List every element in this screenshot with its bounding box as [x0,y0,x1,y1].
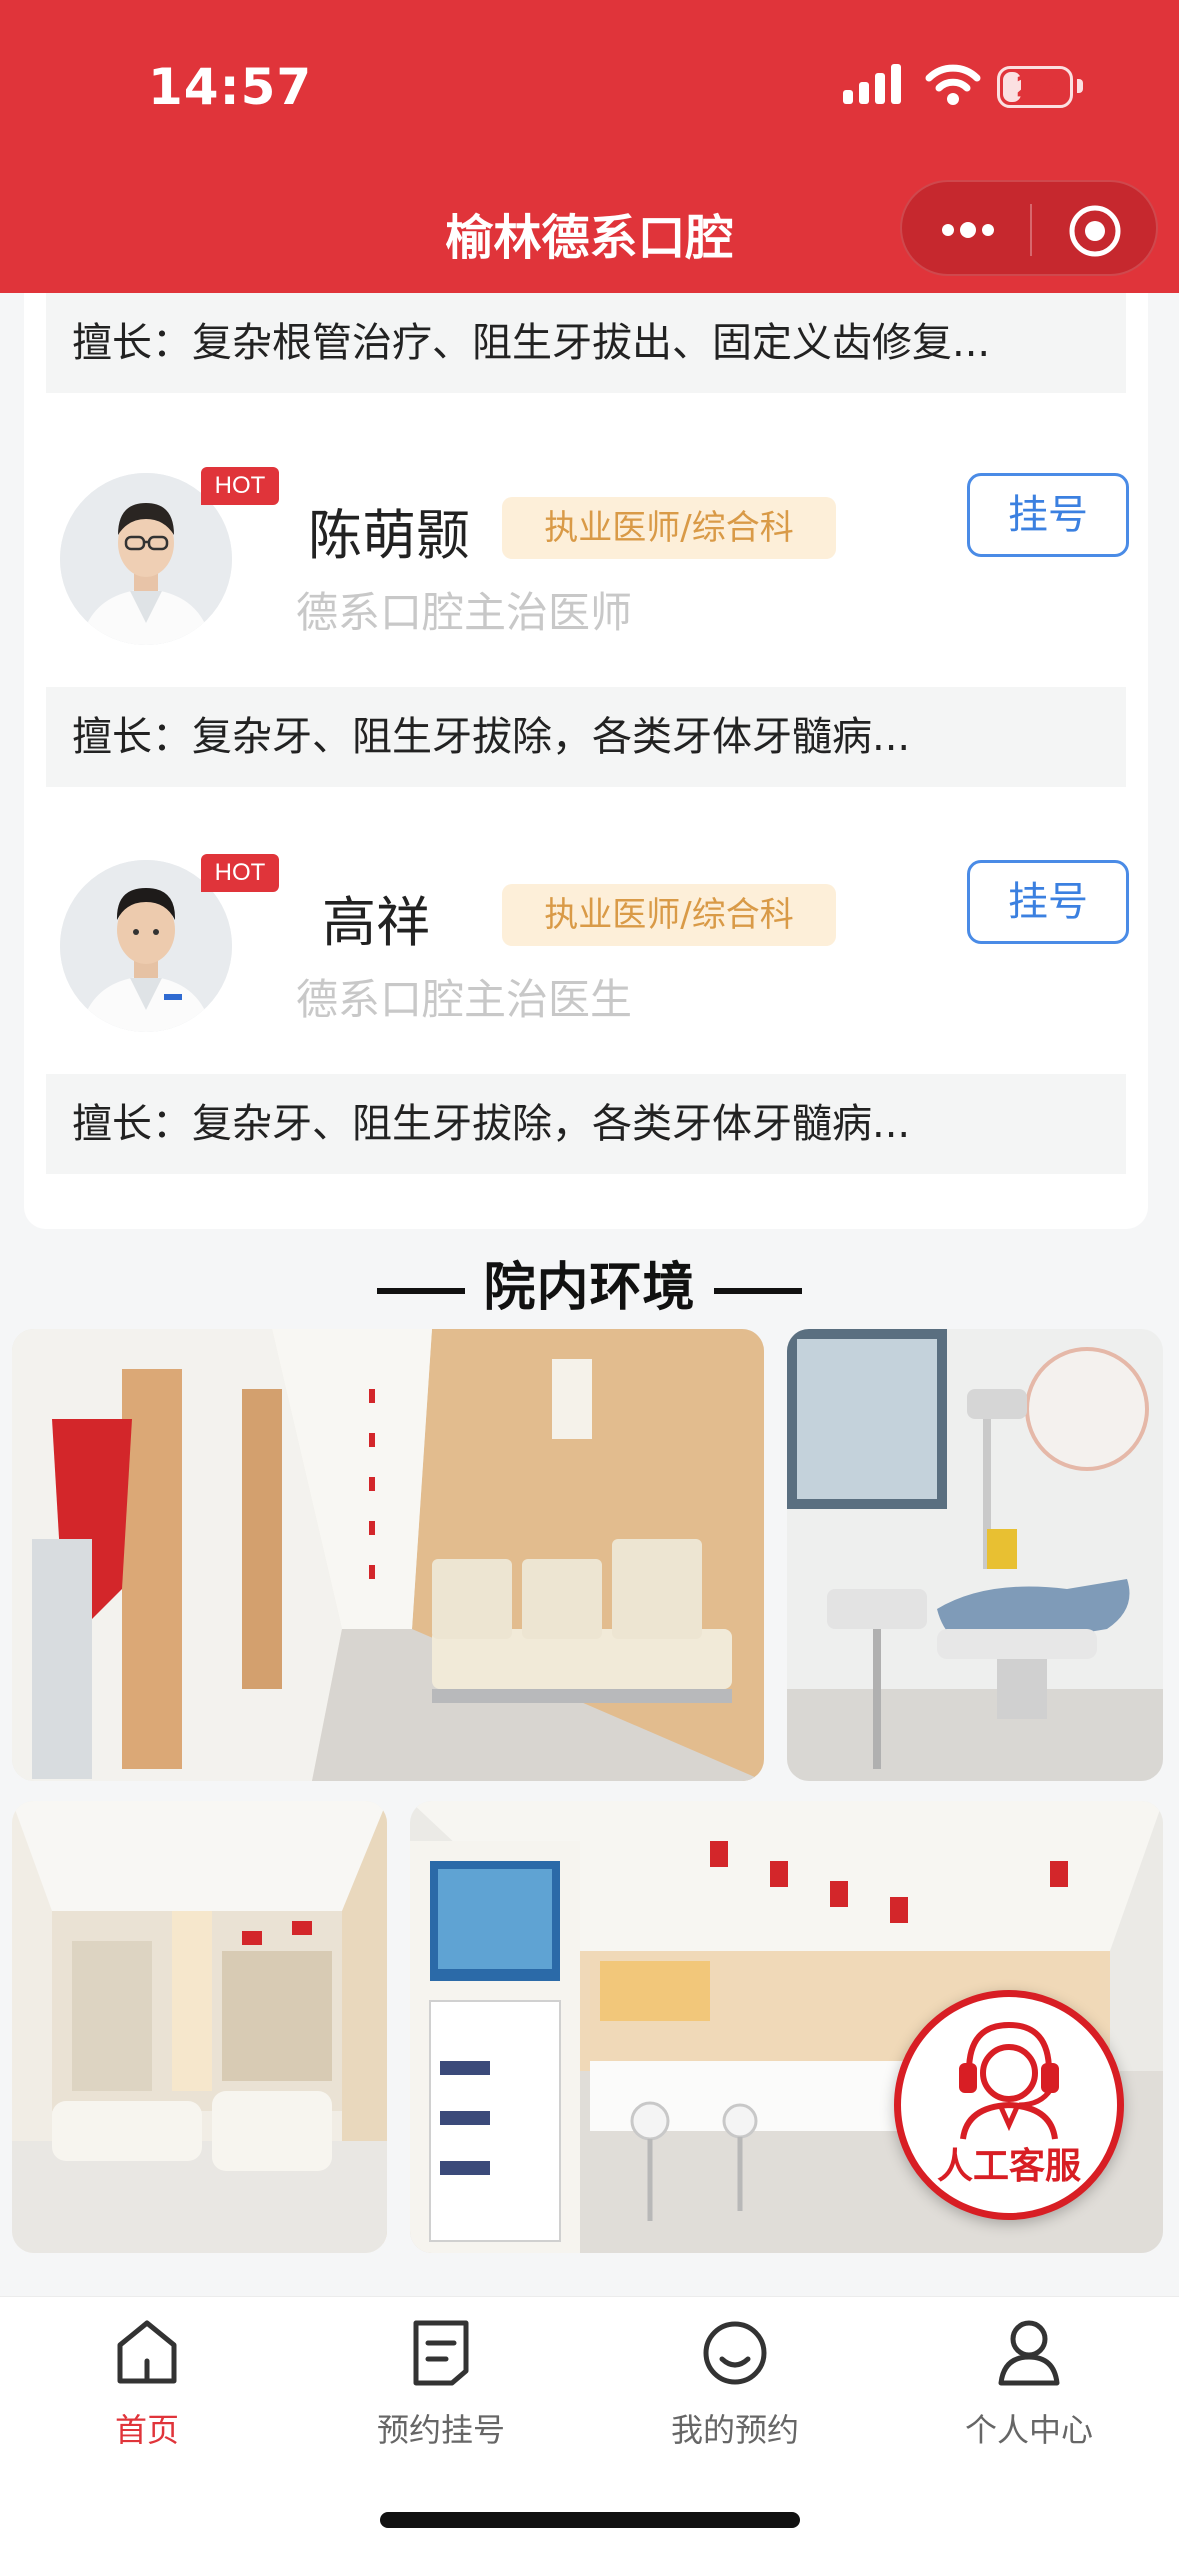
environment-heading: 院内环境 [0,1245,1179,1320]
headset-agent-icon [959,2021,1059,2140]
environment-photo-lounge[interactable] [12,1801,387,2253]
doctor-specialty: 擅长：复杂牙、阻生牙拔除，各类牙体牙髓病... [46,1074,1126,1174]
home-icon [117,2320,177,2384]
doctor-specialty: 擅长：复杂根管治疗、阻生牙拔出、固定义齿修复... [46,293,1126,393]
customer-service-button[interactable]: 人工客服 [894,1990,1124,2220]
register-button[interactable]: 挂号 [967,860,1129,944]
tab-profile[interactable]: 个人中心 [882,2297,1176,2467]
doctor-list-card: 擅长：复杂根管治疗、阻生牙拔出、固定义齿修复... HOT 陈萌颢 执业医师/综… [24,293,1148,1229]
heading-dash-left [377,1288,466,1294]
environment-photo-treatment-room[interactable] [787,1329,1163,1781]
tab-my-appointments-label: 我的预约 [670,2411,799,2449]
doctor-specialty: 擅长：复杂牙、阻生牙拔除，各类牙体牙髓病... [46,687,1126,787]
doctor-title: 德系口腔主治医师 [296,588,633,637]
environment-photo-corridor[interactable] [12,1329,764,1781]
more-icon[interactable] [938,218,998,242]
customer-service-label: 人工客服 [936,2146,1081,2187]
tab-appointment[interactable]: 预约挂号 [294,2297,588,2467]
tab-home[interactable]: 首页 [0,2297,294,2467]
close-mini-program-icon[interactable] [1068,204,1122,258]
doctor-item: HOT 陈萌颢 执业医师/综合科 德系口腔主治医师 挂号 [24,467,1148,673]
doctor-item: HOT 高祥 执业医师/综合科 德系口腔主治医生 挂号 [24,854,1148,1060]
doctor-title: 德系口腔主治医生 [296,975,633,1024]
tab-appointment-label: 预约挂号 [376,2411,505,2449]
doctor-name: 陈萌颢 [308,504,470,567]
doctor-tag: 执业医师/综合科 [502,497,836,559]
tab-my-appointments[interactable]: 我的预约 [588,2297,882,2467]
signal-icon [843,64,901,104]
doctor-name: 高祥 [322,891,430,954]
tab-home-label: 首页 [114,2411,179,2449]
capsule-divider [1030,204,1032,256]
battery-indicator: 28 [997,66,1073,108]
person-icon [998,2320,1060,2386]
mini-program-capsule [900,180,1158,276]
home-indicator [380,2512,800,2528]
smile-icon [703,2321,767,2385]
status-time: 14:57 [148,58,313,116]
wifi-icon [925,64,981,105]
hot-badge: HOT [201,854,279,892]
doctor-tag: 执业医师/综合科 [502,884,836,946]
register-button[interactable]: 挂号 [967,473,1129,557]
tab-profile-label: 个人中心 [964,2411,1093,2449]
environment-heading-text: 院内环境 [483,1258,696,1318]
document-icon [413,2320,469,2386]
battery-tip [1077,79,1083,93]
battery-level: 28 [1015,70,1055,103]
nav-header: 14:57 28 榆林德系口腔 [0,0,1179,293]
hot-badge: HOT [201,467,279,505]
heading-dash-right [713,1288,802,1294]
